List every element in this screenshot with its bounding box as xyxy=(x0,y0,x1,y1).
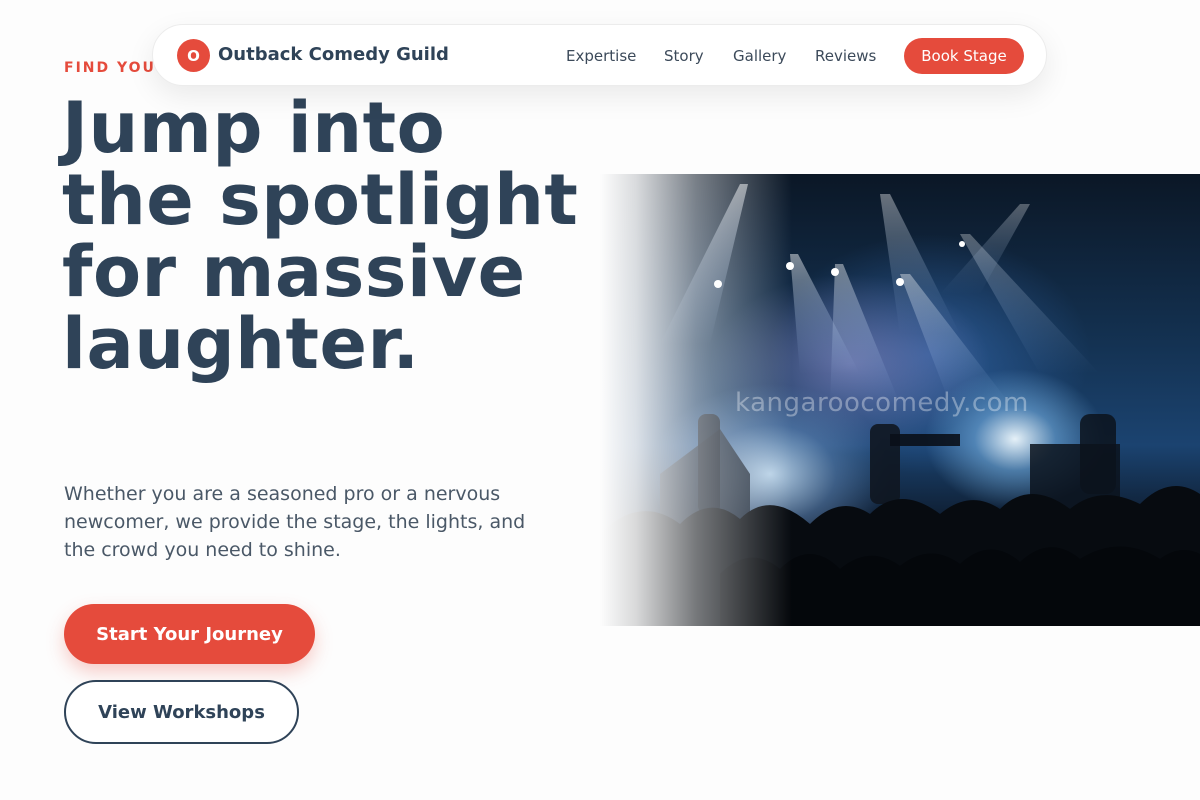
landing-page: FIND YOUR Jump into the spotlight for ma… xyxy=(0,0,1200,800)
nav-link-gallery[interactable]: Gallery xyxy=(733,47,786,65)
image-watermark: kangaroocomedy.com xyxy=(735,388,1029,418)
book-stage-button[interactable]: Book Stage xyxy=(904,38,1024,74)
view-workshops-button[interactable]: View Workshops xyxy=(64,680,299,744)
start-journey-button[interactable]: Start Your Journey xyxy=(64,604,315,664)
hero-headline: Jump into the spotlight for massive laug… xyxy=(62,87,579,385)
hero-subtext: Whether you are a seasoned pro or a nerv… xyxy=(64,483,526,561)
brand-logo-icon[interactable]: O xyxy=(177,39,210,72)
top-navbar: O Outback Comedy Guild Expertise Story G… xyxy=(152,24,1047,86)
hero-concert-image: kangaroocomedy.com xyxy=(600,174,1200,626)
nav-link-expertise[interactable]: Expertise xyxy=(566,47,636,65)
nav-link-story[interactable]: Story xyxy=(664,47,704,65)
nav-link-reviews[interactable]: Reviews xyxy=(815,47,876,65)
brand-name[interactable]: Outback Comedy Guild xyxy=(218,44,449,65)
